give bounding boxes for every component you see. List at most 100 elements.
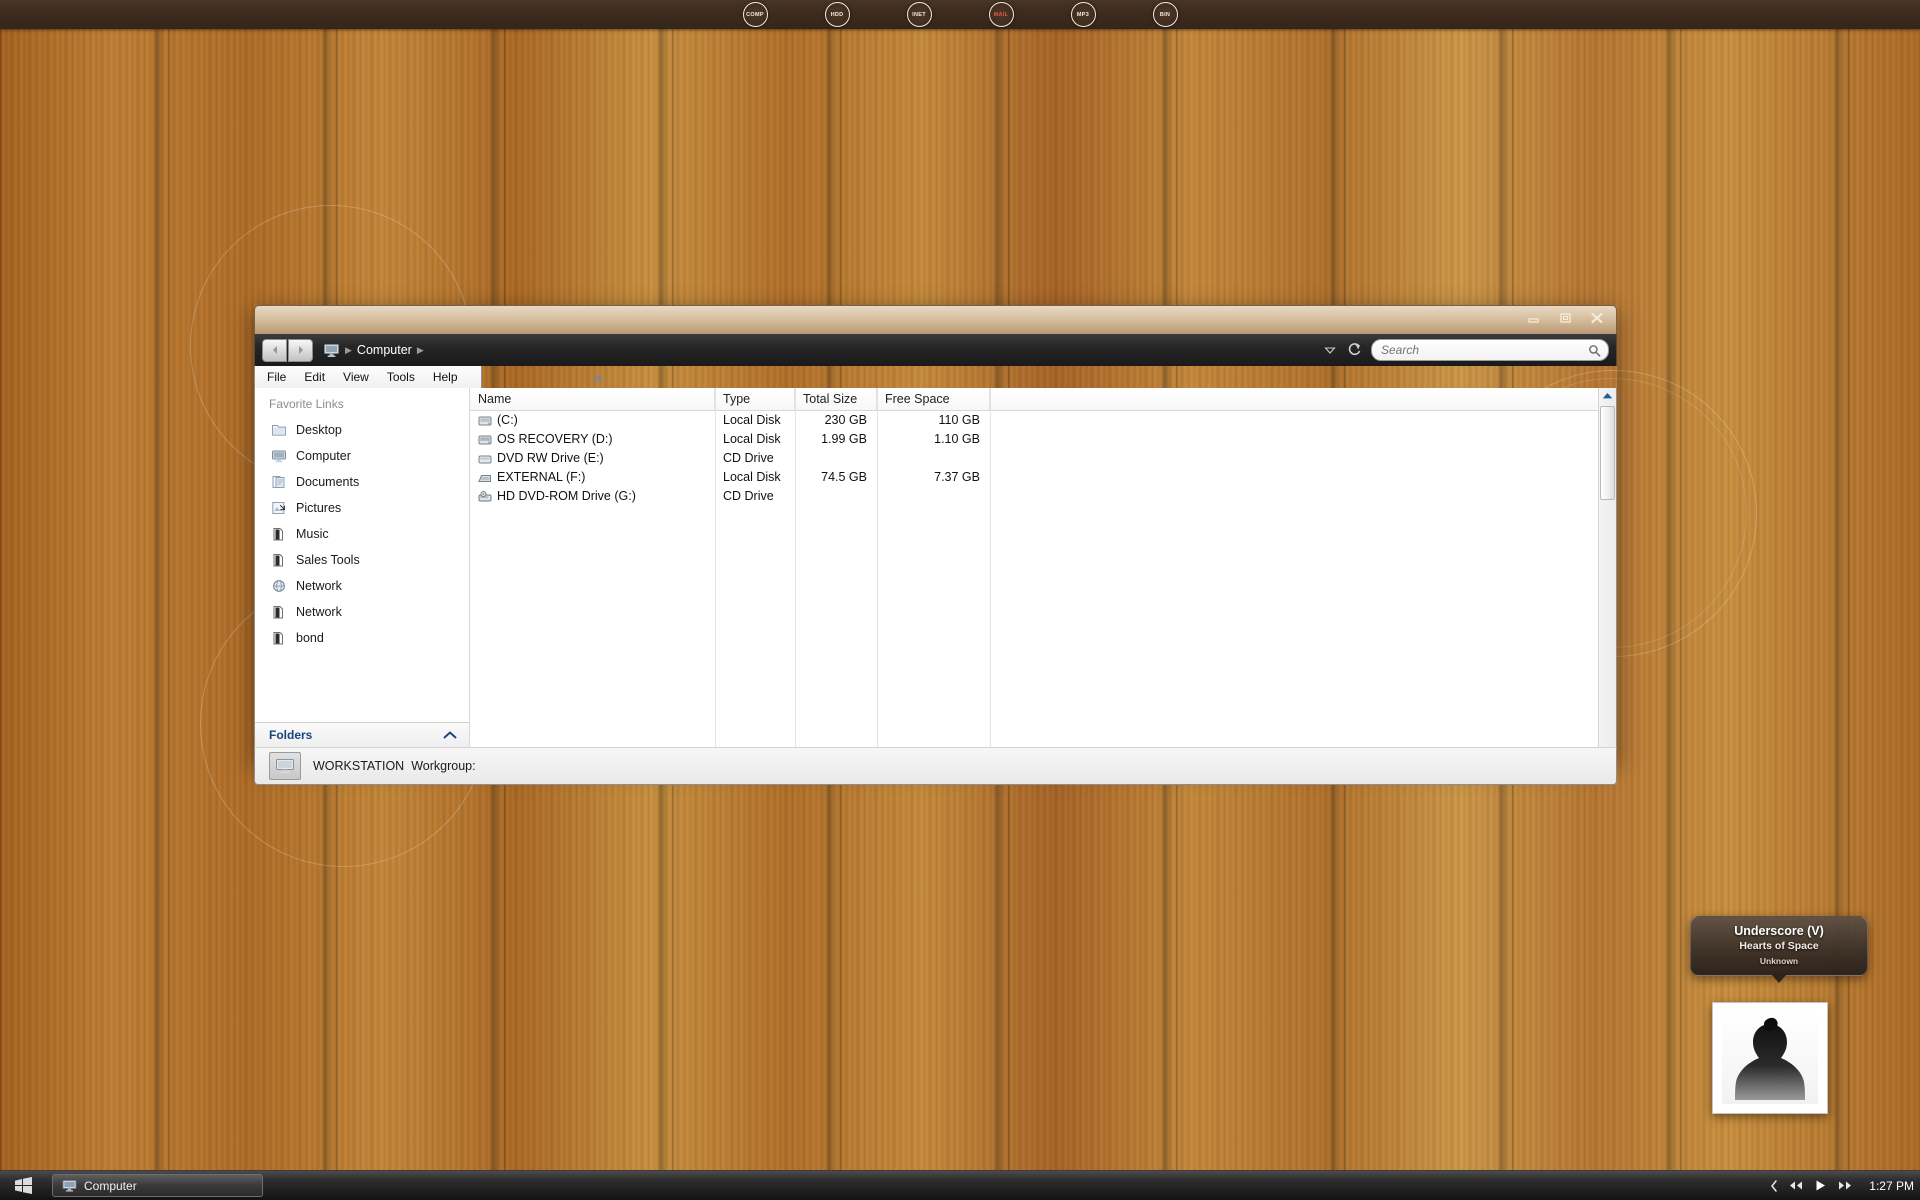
refresh-icon[interactable]	[1345, 342, 1363, 358]
sidebar-item-desktop[interactable]: Desktop	[255, 417, 469, 443]
search-input[interactable]	[1379, 342, 1588, 358]
status-computer-name: WORKSTATION	[313, 759, 405, 773]
dock-item-mp3[interactable]: MP3	[1070, 2, 1096, 27]
row-free-space-cell: 7.37 GB	[934, 470, 980, 484]
table-row[interactable]: EXTERNAL (F:) Local Disk 74.5 GB 7.37 GB	[470, 468, 1598, 487]
close-icon	[1591, 312, 1603, 324]
dock-item-mail[interactable]: MAIL	[988, 2, 1014, 27]
sidebar-item-label: Music	[296, 527, 329, 541]
menu-help[interactable]: Help	[433, 370, 458, 384]
sidebar-item-network[interactable]: Network	[255, 599, 469, 625]
column-header-row: Name Type Total Size Free Space	[470, 388, 1598, 411]
column-header-type[interactable]: Type	[715, 388, 795, 410]
media-previous-button[interactable]	[1789, 1180, 1803, 1191]
row-total-size-cell: 230 GB	[824, 413, 867, 427]
maximize-button[interactable]	[1554, 309, 1576, 327]
dock-item-inet[interactable]: INET	[906, 2, 932, 27]
navigation-pane: Favorite Links Desktop Computer Document…	[255, 388, 470, 747]
windows-logo-icon	[14, 1177, 32, 1194]
album-art[interactable]	[1712, 1002, 1828, 1114]
minimize-icon	[1527, 318, 1539, 323]
sidebar-item-sales-tools[interactable]: Sales Tools	[255, 547, 469, 573]
row-type-cell: CD Drive	[723, 451, 774, 465]
menu-bar: File Edit View Tools Help	[254, 366, 482, 388]
table-row[interactable]: HD DVD-ROM Drive (G:) CD Drive	[470, 487, 1598, 506]
scroll-up-button[interactable]	[1602, 388, 1613, 404]
search-box[interactable]	[1371, 339, 1609, 361]
close-button[interactable]	[1586, 309, 1608, 327]
address-bar: ▶ Computer ▶	[254, 334, 1617, 366]
now-playing-album: Unknown	[1759, 956, 1799, 966]
breadcrumb-separator-icon[interactable]: ▶	[417, 345, 424, 356]
column-header-total-size[interactable]: Total Size	[795, 388, 877, 410]
sidebar-item-pictures[interactable]: Pictures	[255, 495, 469, 521]
menu-file[interactable]: File	[267, 370, 286, 384]
sidebar-item-label: Computer	[296, 449, 351, 463]
breadcrumb: ▶ Computer ▶	[323, 343, 424, 358]
tray-expand-button[interactable]	[1770, 1179, 1778, 1192]
sidebar-item-documents[interactable]: Documents	[255, 469, 469, 495]
computer-icon[interactable]	[323, 343, 340, 358]
start-button[interactable]	[6, 1174, 40, 1198]
chevron-down-icon[interactable]	[1323, 343, 1337, 357]
forward-button[interactable]	[288, 338, 313, 362]
now-playing-artist: Hearts of Space	[1739, 940, 1819, 952]
row-free-space-cell	[877, 449, 990, 468]
maximize-icon	[1559, 313, 1571, 323]
status-workgroup-label: Workgroup:	[411, 759, 476, 773]
documents-folder-icon	[272, 476, 285, 488]
sidebar-item-bond[interactable]: bond	[255, 625, 469, 651]
row-total-size-cell	[795, 449, 877, 468]
menu-tools[interactable]: Tools	[387, 370, 415, 384]
row-name-cell: HD DVD-ROM Drive (G:)	[470, 487, 715, 506]
row-total-size-cell: 1.99 GB	[821, 432, 867, 446]
row-type-cell: Local Disk	[723, 432, 781, 446]
dock-label: COMP	[746, 11, 764, 18]
search-icon[interactable]	[1588, 344, 1601, 357]
forward-arrow-icon	[298, 346, 303, 354]
window-titlebar[interactable]	[254, 305, 1617, 334]
column-divider	[715, 388, 716, 747]
row-free-space-cell: 110 GB	[938, 413, 980, 427]
system-tray: 1:27 PM	[1770, 1179, 1920, 1193]
row-name-label: DVD RW Drive (E:)	[497, 451, 604, 465]
back-button[interactable]	[262, 338, 287, 362]
scrollbar-thumb[interactable]	[1600, 406, 1615, 500]
sidebar-item-computer[interactable]: Computer	[255, 443, 469, 469]
column-header-free-space[interactable]: Free Space	[877, 388, 990, 410]
dock-item-bin[interactable]: BIN	[1152, 2, 1178, 27]
media-next-button[interactable]	[1838, 1180, 1852, 1191]
table-row[interactable]: (C:) Local Disk 230 GB 110 GB	[470, 411, 1598, 430]
minimize-button[interactable]	[1522, 309, 1544, 327]
navigation-buttons	[262, 338, 313, 362]
taskbar-task-computer[interactable]: Computer	[52, 1174, 263, 1197]
clock[interactable]: 1:27 PM	[1869, 1179, 1914, 1193]
media-play-button[interactable]	[1814, 1179, 1827, 1192]
row-name-label: HD DVD-ROM Drive (G:)	[497, 489, 636, 503]
folder-icon	[273, 632, 283, 645]
folders-section-toggle[interactable]: Folders	[255, 722, 469, 747]
harddisk-icon	[478, 416, 492, 425]
row-free-space-cell: 1.10 GB	[934, 432, 980, 446]
harddisk-icon	[478, 435, 492, 444]
column-header-name[interactable]: Name	[470, 388, 715, 410]
sidebar-item-network-globe[interactable]: Network	[255, 573, 469, 599]
row-name-label: (C:)	[497, 413, 518, 427]
dock-label: MAIL	[993, 11, 1009, 18]
computer-icon	[62, 1179, 77, 1191]
menu-view[interactable]: View	[343, 370, 369, 384]
sidebar-item-music[interactable]: Music	[255, 521, 469, 547]
dock-item-comp[interactable]: COMP	[742, 2, 768, 27]
vertical-scrollbar[interactable]	[1598, 388, 1616, 747]
file-list-pane[interactable]: Name Type Total Size Free Space (C:) Loc…	[470, 375, 1598, 747]
table-row[interactable]: DVD RW Drive (E:) CD Drive	[470, 449, 1598, 468]
now-playing-widget[interactable]: Underscore (V) Hearts of Space Unknown	[1690, 916, 1868, 983]
menu-edit[interactable]: Edit	[304, 370, 325, 384]
dock-item-hdd[interactable]: HDD	[824, 2, 850, 27]
chevron-up-icon[interactable]	[443, 730, 457, 740]
explorer-window[interactable]: ▶ Computer ▶ File Edit View	[254, 305, 1617, 785]
taskbar: Computer 1:27 PM	[0, 1170, 1920, 1200]
breadcrumb-separator-icon: ▶	[345, 344, 352, 355]
table-row[interactable]: OS RECOVERY (D:) Local Disk 1.99 GB 1.10…	[470, 430, 1598, 449]
breadcrumb-computer[interactable]: Computer	[357, 343, 412, 357]
